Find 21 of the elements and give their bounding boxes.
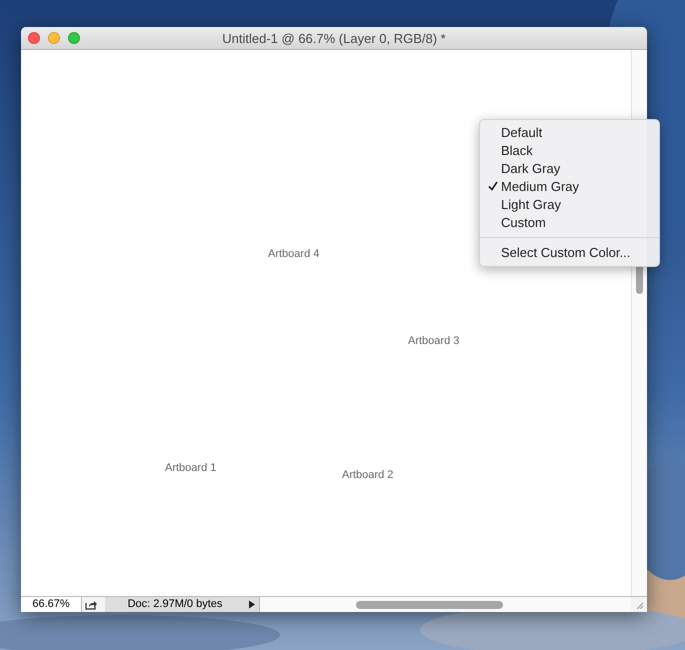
- artboard-label: Artboard 3: [408, 335, 460, 347]
- close-icon[interactable]: [28, 32, 40, 44]
- zoom-field[interactable]: 66.67%: [21, 597, 82, 612]
- menu-item[interactable]: Medium Gray: [480, 177, 659, 195]
- resize-grip-icon[interactable]: [635, 600, 643, 608]
- play-icon[interactable]: [245, 597, 259, 612]
- document-info: Doc: 2.97M/0 bytes: [105, 597, 245, 612]
- menu-item[interactable]: Dark Gray: [480, 159, 659, 177]
- horizontal-scrollbar[interactable]: [259, 597, 631, 612]
- artboard-label: Artboard 1: [165, 462, 216, 474]
- zoom-icon[interactable]: [68, 32, 80, 44]
- menu-item[interactable]: Black: [480, 141, 659, 159]
- window-title: Untitled-1 @ 66.7% (Layer 0, RGB/8) *: [222, 30, 446, 46]
- minimize-icon[interactable]: [48, 32, 60, 44]
- menu-item[interactable]: Light Gray: [480, 195, 659, 213]
- menu-item[interactable]: Custom: [480, 213, 659, 231]
- export-icon[interactable]: [85, 600, 97, 610]
- menu-item[interactable]: Select Custom Color...: [480, 243, 659, 261]
- menu-item[interactable]: Default: [480, 123, 659, 141]
- artboard-label: Artboard 4: [268, 248, 320, 260]
- artboard-label: Artboard 2: [342, 469, 394, 481]
